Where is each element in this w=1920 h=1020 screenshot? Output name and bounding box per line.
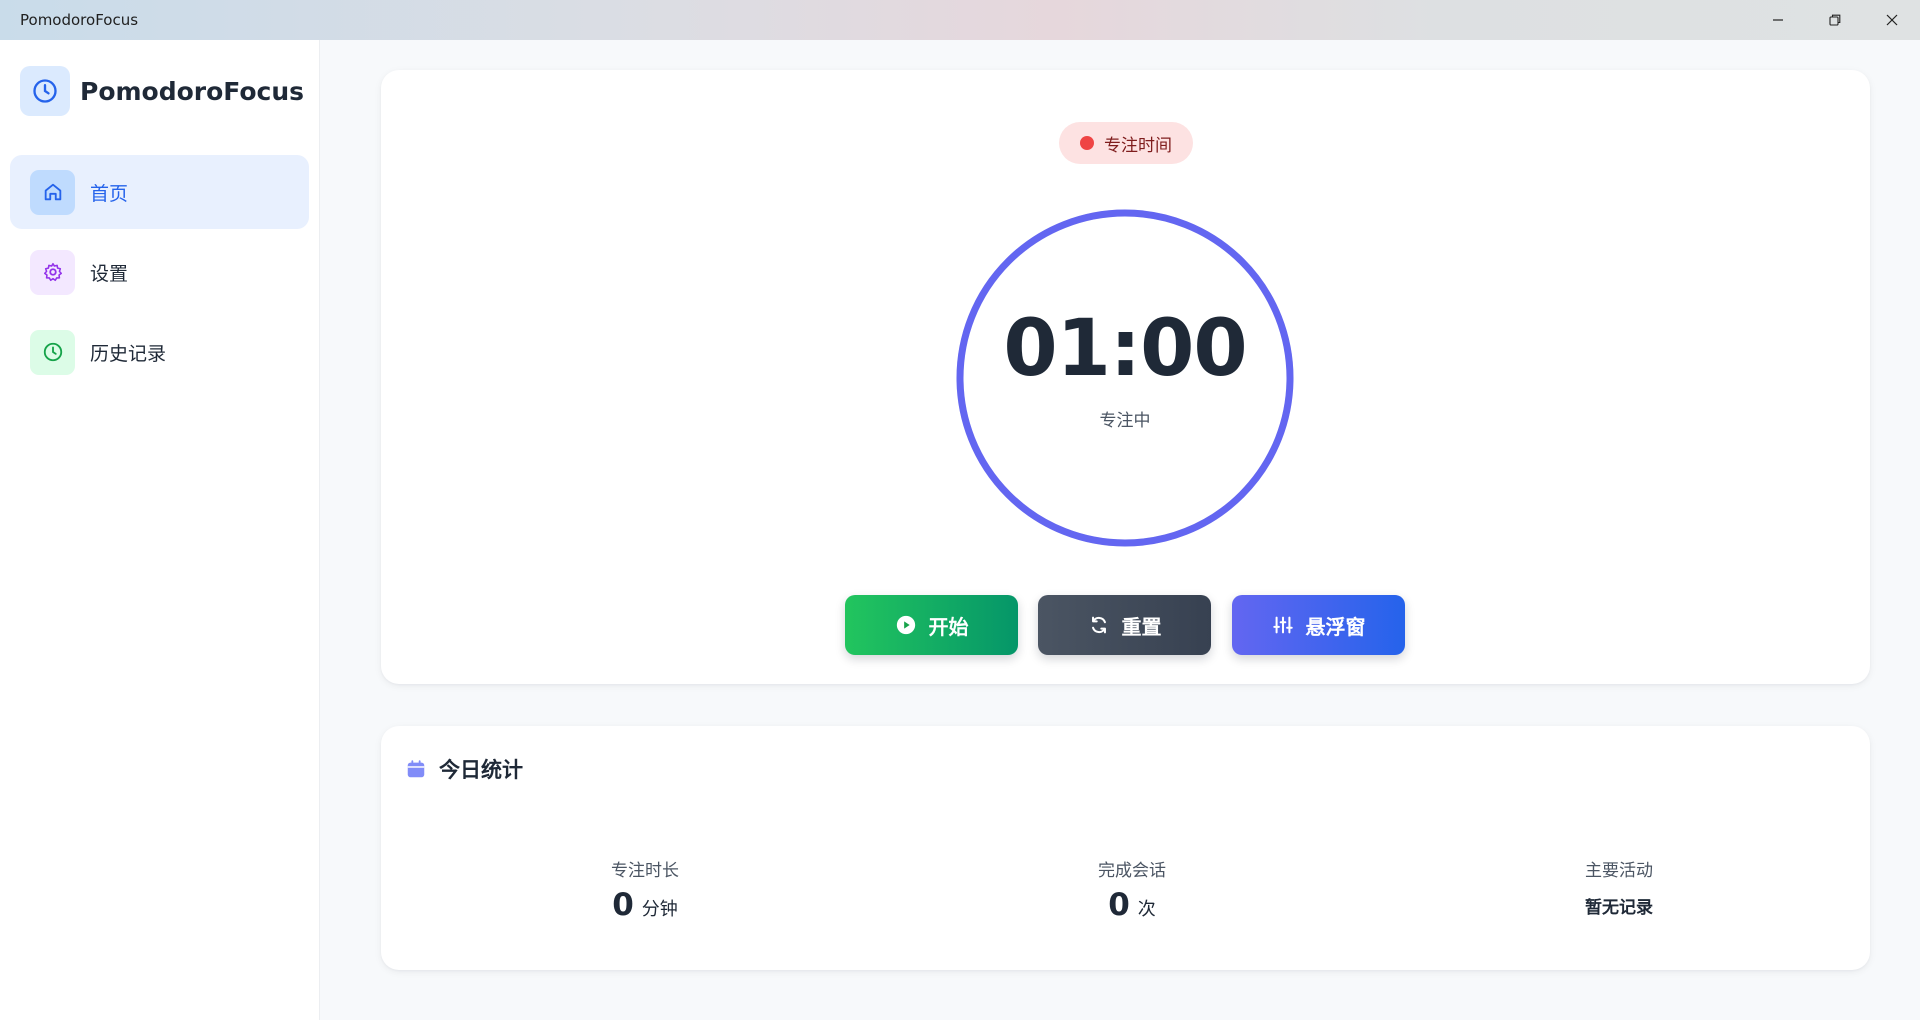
sidebar-item-label: 设置	[90, 262, 129, 285]
minimize-button[interactable]	[1749, 0, 1806, 40]
mode-badge: 专注时间	[1059, 122, 1193, 164]
home-icon	[44, 183, 61, 201]
gear-icon	[43, 262, 62, 282]
today-stats-card: 今日统计 专注时长 0 分钟 完成会话 0 次 主要活动 暂无记录	[381, 726, 1870, 970]
brand: PomodoroFocus	[20, 66, 304, 116]
float-window-button[interactable]: 悬浮窗	[1232, 595, 1405, 655]
timer-status: 专注中	[1099, 411, 1151, 431]
stat-main-activity: 主要活动 暂无记录	[1469, 856, 1769, 918]
nav-icon-history	[30, 329, 75, 375]
timer-card: 专注时间 01:00 专注中 开始 重置 悬浮窗	[381, 70, 1870, 684]
start-button[interactable]: 开始	[845, 595, 1018, 655]
restore-icon	[1828, 14, 1840, 26]
sidebar-item-history[interactable]: 历史记录	[10, 315, 309, 389]
reset-button-label: 重置	[1121, 614, 1162, 639]
stat-activity-value: 暂无记录	[1585, 898, 1653, 918]
start-button-label: 开始	[928, 614, 969, 639]
stat-label: 专注时长	[611, 861, 679, 881]
stats-header: 今日统计	[405, 754, 523, 784]
calendar-icon	[407, 760, 425, 778]
close-button[interactable]	[1863, 0, 1920, 40]
clock-icon	[43, 342, 62, 362]
window-title-bar: PomodoroFocus	[0, 0, 1920, 40]
stat-value: 0 次	[982, 887, 1282, 923]
sliders-icon	[1272, 616, 1293, 634]
play-icon	[896, 615, 915, 635]
reset-button[interactable]: 重置	[1038, 595, 1211, 655]
refresh-icon	[1091, 616, 1106, 634]
stat-number: 0	[612, 887, 634, 923]
stat-unit: 次	[1137, 899, 1156, 920]
minimize-icon	[1772, 19, 1783, 21]
restore-button[interactable]	[1806, 0, 1863, 40]
stats-title: 今日统计	[439, 758, 523, 782]
nav-icon-home	[30, 169, 75, 215]
stat-label: 完成会话	[1098, 861, 1166, 881]
sidebar-item-settings[interactable]: 设置	[10, 235, 309, 309]
brand-name: PomodoroFocus	[80, 76, 305, 106]
mode-label: 专注时间	[1104, 135, 1172, 156]
stat-focus-duration: 专注时长 0 分钟	[495, 856, 795, 923]
stat-label: 主要活动	[1585, 861, 1653, 881]
brand-logo	[20, 66, 70, 116]
stat-number: 0	[1108, 887, 1130, 923]
sidebar-item-label: 首页	[90, 182, 129, 205]
status-dot	[1080, 136, 1094, 150]
sidebar: PomodoroFocus 首页 设置 历史记录	[0, 40, 320, 1020]
clock-icon	[33, 79, 57, 103]
close-icon	[1886, 14, 1897, 26]
nav-icon-settings	[30, 249, 75, 295]
window-title: PomodoroFocus	[20, 11, 139, 29]
window-controls	[1749, 0, 1920, 40]
stat-sessions: 完成会话 0 次	[982, 856, 1282, 923]
timer-display: 01:00	[1003, 304, 1247, 394]
float-window-button-label: 悬浮窗	[1305, 614, 1366, 639]
stat-value: 0 分钟	[495, 887, 795, 923]
sidebar-nav: 首页 设置 历史记录	[10, 155, 309, 395]
sidebar-item-home[interactable]: 首页	[10, 155, 309, 229]
sidebar-item-label: 历史记录	[90, 342, 167, 365]
stat-unit: 分钟	[641, 899, 678, 920]
